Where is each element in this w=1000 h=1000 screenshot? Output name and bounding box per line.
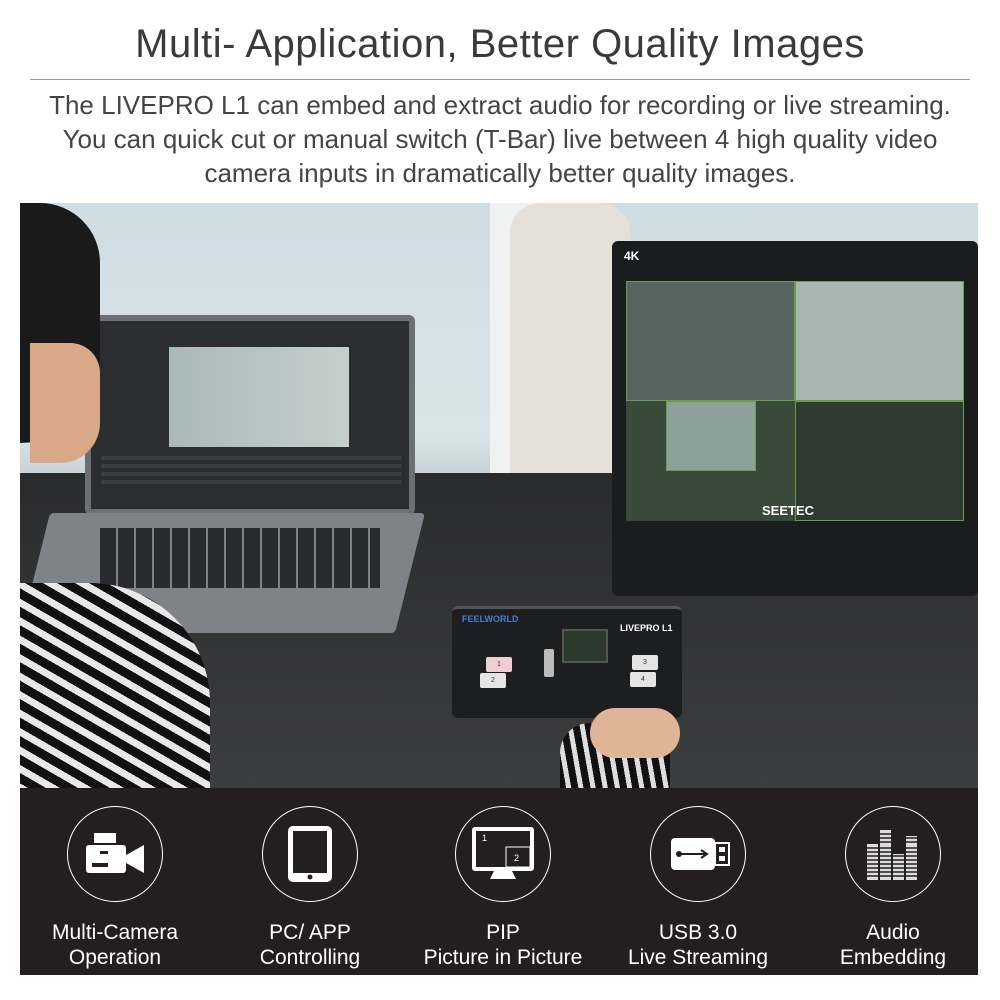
video-camera-icon <box>67 806 163 902</box>
laptop-video-preview <box>169 347 349 447</box>
device-brand: FEELWORLD <box>462 614 519 624</box>
monitor-badge: 4K <box>624 249 640 263</box>
feature-label-line2: Picture in Picture <box>423 946 583 969</box>
feature-audio: Audio Embedding <box>798 806 988 970</box>
feature-label-line1: Audio <box>866 921 920 944</box>
person-hand <box>590 708 680 758</box>
feature-label-line2: Live Streaming <box>627 946 769 969</box>
feature-pc-app: PC/ APP Controlling <box>215 806 405 970</box>
device-lcd <box>562 629 608 663</box>
feature-label-line1: PIP <box>486 921 520 944</box>
feature-label-line2: Controlling <box>259 946 361 969</box>
device-button-3: 3 <box>632 655 658 670</box>
device-model: LIVEPRO L1 <box>620 623 673 633</box>
description: The LIVEPRO L1 can embed and extract aud… <box>49 90 951 188</box>
laptop-screen <box>85 315 415 515</box>
monitor-brand: SEETEC <box>762 503 815 518</box>
person-face <box>30 343 100 463</box>
pip-label-2: 2 <box>514 853 519 863</box>
feature-label-line1: USB 3.0 <box>658 921 738 944</box>
device-button-4: 4 <box>630 672 656 687</box>
monitor: 4K SEETEC <box>612 241 978 596</box>
title-divider <box>30 79 970 80</box>
livepro-l1-device: FEELWORLD LIVEPRO L1 1 2 3 4 <box>452 606 682 718</box>
feature-label-line1: PC/ APP <box>269 921 351 944</box>
device-button-2: 2 <box>480 673 506 688</box>
feature-multi-camera: Multi-Camera Operation <box>20 806 210 970</box>
monitor-screen <box>626 281 964 521</box>
usb-drive-icon <box>650 806 746 902</box>
feature-label-line2: Embedding <box>839 946 947 969</box>
feature-label-line2: Operation <box>68 946 162 969</box>
device-button-1: 1 <box>486 657 512 672</box>
tablet-icon <box>262 806 358 902</box>
t-bar <box>544 649 554 677</box>
feature-pip: 12 PIP Picture in Picture <box>408 806 598 970</box>
pip-label-1: 1 <box>482 833 487 843</box>
feature-label-line1: Multi-Camera <box>51 921 179 944</box>
product-photo: 4K SEETEC FEELWORLD LIVEPRO L1 1 2 3 4 <box>20 203 978 788</box>
page-title: Multi- Application, Better Quality Image… <box>135 22 865 66</box>
laptop-keyboard <box>100 528 380 588</box>
pip-monitor-icon: 12 <box>455 806 551 902</box>
features-band: Multi-Camera Operation PC/ APP Controlling… <box>20 788 978 975</box>
feature-usb: USB 3.0 Live Streaming <box>603 806 793 970</box>
audio-equalizer-icon <box>845 806 941 902</box>
laptop-timeline <box>101 456 401 486</box>
